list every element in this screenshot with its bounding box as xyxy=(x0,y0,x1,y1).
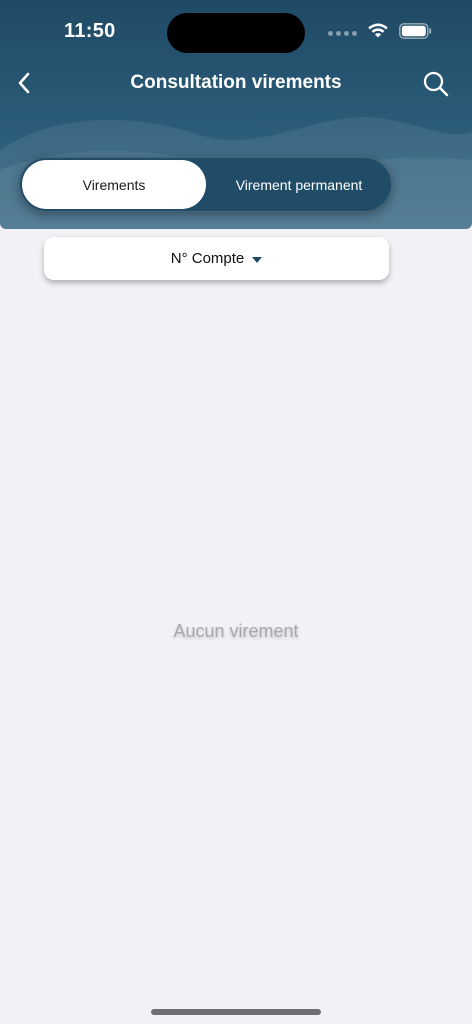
header: 11:50 Consultation virements Virements V… xyxy=(0,0,472,229)
home-indicator[interactable] xyxy=(151,1009,321,1015)
tab-virements[interactable]: Virements xyxy=(22,160,206,209)
caret-down-icon xyxy=(252,256,263,263)
cellular-signal-icon xyxy=(328,31,357,36)
search-icon xyxy=(423,71,449,97)
wifi-icon xyxy=(368,23,388,38)
transfer-type-segmented-control: Virements Virement permanent xyxy=(19,157,392,212)
search-button[interactable] xyxy=(422,70,450,98)
dynamic-island xyxy=(167,13,305,53)
status-icons xyxy=(328,22,432,39)
battery-icon xyxy=(399,22,432,39)
status-time: 11:50 xyxy=(64,20,116,42)
empty-state-message: Aucun virement xyxy=(173,621,299,641)
page-title: Consultation virements xyxy=(130,72,342,93)
account-dropdown-label: N° Compte xyxy=(170,250,245,267)
account-number-dropdown[interactable]: N° Compte xyxy=(44,237,389,280)
tab-virement-permanent[interactable]: Virement permanent xyxy=(208,160,390,209)
